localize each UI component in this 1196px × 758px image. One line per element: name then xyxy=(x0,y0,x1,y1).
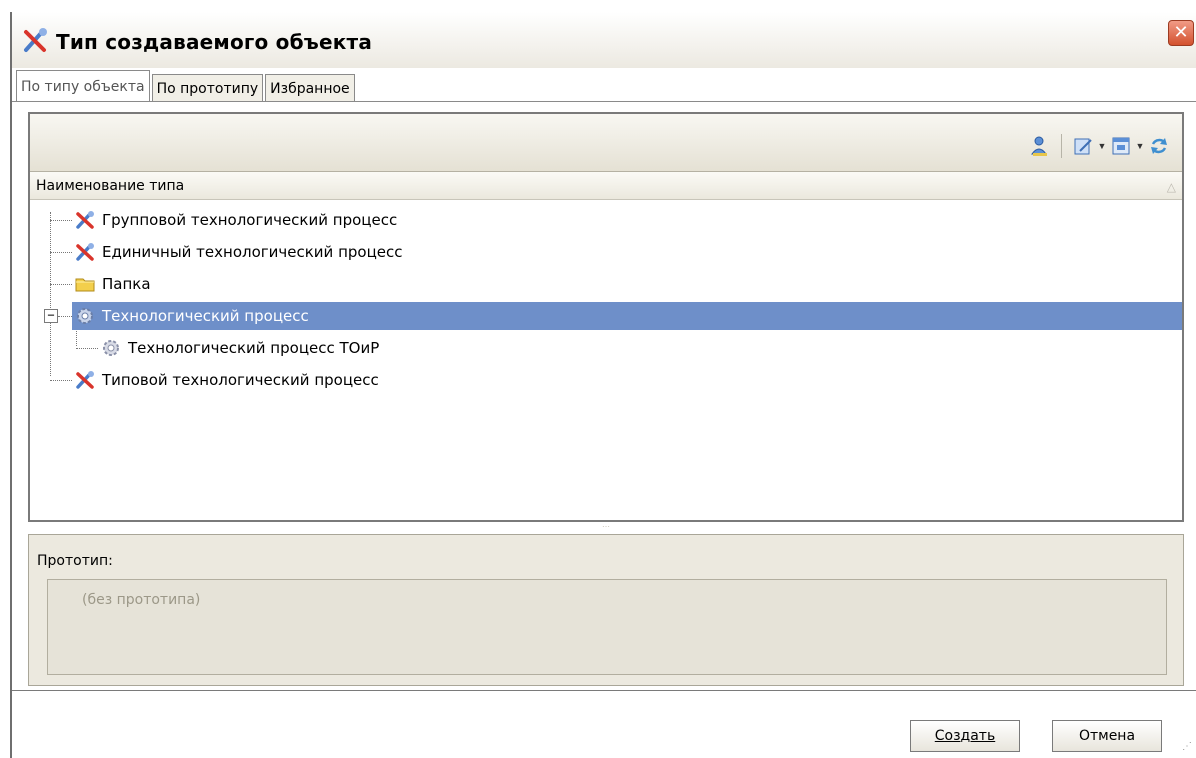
sort-icon: △ xyxy=(1166,180,1176,194)
prototype-label: Прототип: xyxy=(37,553,113,569)
tree-item[interactable]: Технологический процесс ТОиР xyxy=(30,332,1182,364)
tree-item-label: Единичный технологический процесс xyxy=(102,243,403,261)
tree-connector xyxy=(50,380,72,381)
edit-icon[interactable] xyxy=(1070,134,1096,158)
create-button[interactable]: Создать xyxy=(910,720,1020,752)
tools-icon xyxy=(76,211,94,229)
close-button[interactable]: ✕ xyxy=(1168,20,1194,46)
tree-item[interactable]: Групповой технологический процесс xyxy=(30,204,1182,236)
tab-bar: По типу объекта По прототипу Избранное xyxy=(16,70,357,102)
column-header-label: Наименование типа xyxy=(36,178,185,194)
resize-grip-icon[interactable]: ⋰ xyxy=(1182,741,1192,752)
user-icon[interactable] xyxy=(1027,134,1053,158)
footer-divider xyxy=(12,690,1196,691)
tree-item-label: Технологический процесс xyxy=(102,307,309,325)
create-button-label: Создать xyxy=(934,728,996,744)
edit-dropdown-arrow[interactable]: ▼ xyxy=(1096,141,1108,151)
toolbar: ▼ ▼ xyxy=(30,114,1182,172)
tree-connector xyxy=(50,220,72,221)
tab-divider xyxy=(12,101,1196,102)
type-tree-panel: ▼ ▼ Наименование типа △ Групповой технол… xyxy=(28,112,1184,522)
tree-item[interactable]: Единичный технологический процесс xyxy=(30,236,1182,268)
column-header[interactable]: Наименование типа △ xyxy=(30,172,1182,200)
tree-item-label: Технологический процесс ТОиР xyxy=(128,339,380,357)
title-bar[interactable]: Тип создаваемого объекта ✕ xyxy=(12,12,1196,68)
tree-connector xyxy=(58,316,72,317)
view-dropdown-arrow[interactable]: ▼ xyxy=(1134,141,1146,151)
toolbar-separator xyxy=(1061,134,1062,158)
dialog-window: Тип создаваемого объекта ✕ По типу объек… xyxy=(10,12,1196,758)
folder-icon xyxy=(75,278,95,292)
window-title: Тип создаваемого объекта xyxy=(56,30,373,54)
tools-icon xyxy=(24,28,47,52)
refresh-icon[interactable] xyxy=(1146,134,1172,158)
tree-connector xyxy=(50,252,72,253)
tab-favorites[interactable]: Избранное xyxy=(265,74,355,102)
tree-connector xyxy=(50,284,72,285)
gear-icon xyxy=(77,308,93,324)
type-tree: Групповой технологический процесс Единич… xyxy=(30,204,1182,396)
prototype-field[interactable]: (без прототипа) xyxy=(47,579,1167,675)
tree-item[interactable]: Папка xyxy=(30,268,1182,300)
toolbar-buttons: ▼ ▼ xyxy=(1027,134,1172,158)
tree-item-selected[interactable]: − Технологический процесс xyxy=(30,300,1182,332)
tree-connector xyxy=(76,348,98,349)
prototype-value: (без прототипа) xyxy=(82,592,201,608)
tools-icon xyxy=(76,371,94,389)
cancel-button[interactable]: Отмена xyxy=(1052,720,1162,752)
tree-item[interactable]: Типовой технологический процесс xyxy=(30,364,1182,396)
collapse-toggle[interactable]: − xyxy=(44,309,58,323)
tree-item-label: Групповой технологический процесс xyxy=(102,211,398,229)
splitter-handle[interactable]: ⋯ xyxy=(28,523,1184,532)
prototype-panel: Прототип: (без прототипа) xyxy=(28,534,1184,686)
tab-by-prototype[interactable]: По прототипу xyxy=(151,74,264,102)
view-icon[interactable] xyxy=(1108,134,1134,158)
tree-item-label: Папка xyxy=(102,275,151,293)
tree-item-label: Типовой технологический процесс xyxy=(102,371,379,389)
tab-by-type[interactable]: По типу объекта xyxy=(16,70,150,102)
tools-icon xyxy=(76,243,94,261)
gear-icon xyxy=(103,340,119,356)
